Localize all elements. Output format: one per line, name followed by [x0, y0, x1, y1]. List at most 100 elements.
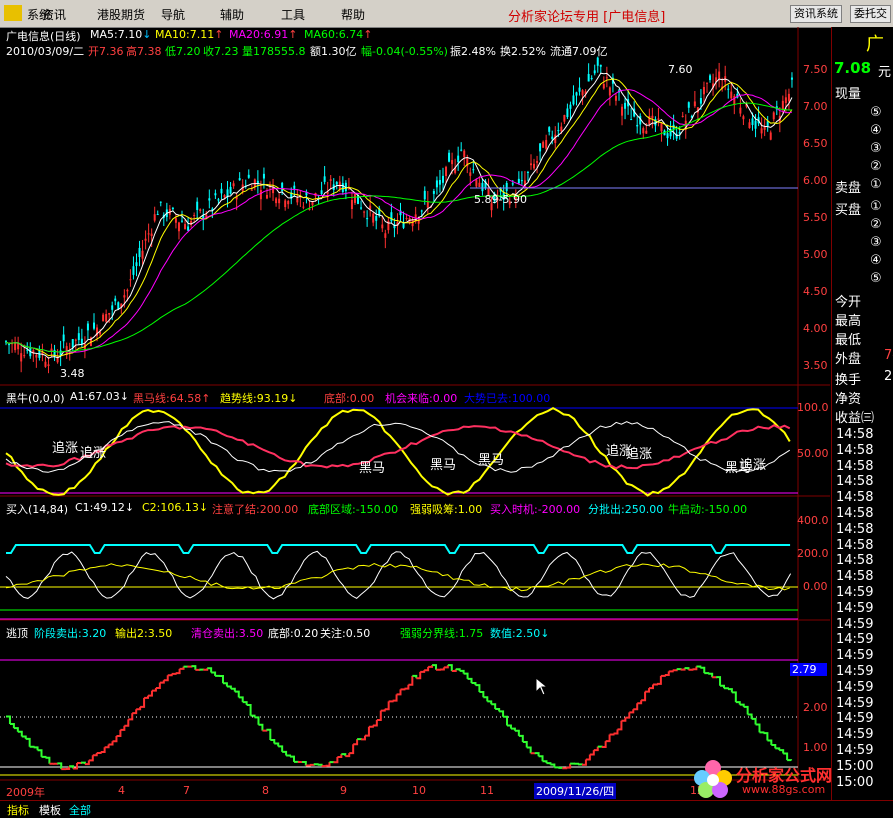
candle-body: [336, 182, 338, 184]
escape-step: [318, 765, 322, 766]
candle-body: [324, 176, 326, 182]
escape-step: [535, 753, 539, 756]
escape-step: [120, 726, 124, 730]
escape-step: [708, 674, 712, 678]
candle-body: [87, 324, 89, 331]
escape-step: [562, 768, 566, 769]
candle-body: [342, 183, 344, 192]
candle-body: [223, 195, 225, 197]
candle-body: [770, 132, 772, 139]
escape-step: [491, 704, 495, 709]
candle-body: [160, 202, 162, 203]
menu-news[interactable]: 资讯: [42, 6, 66, 23]
news-system-button[interactable]: 资讯系统: [790, 5, 842, 23]
candle-body: [208, 198, 210, 200]
candle-body: [296, 198, 298, 203]
candle-body: [739, 108, 741, 114]
escape-step: [740, 705, 744, 707]
candle-body: [615, 96, 617, 101]
menu-hk-futures[interactable]: 港股期货: [97, 6, 145, 23]
candle-body: [44, 362, 46, 367]
escape-step: [22, 737, 26, 739]
escape-step: [18, 732, 22, 737]
candle-body: [157, 214, 159, 215]
escape-step: [116, 730, 120, 736]
candle-body: [260, 190, 262, 199]
escape-step: [420, 670, 424, 672]
dark-horse-line: [6, 425, 790, 468]
escape-step: [168, 674, 172, 675]
escape-step: [93, 753, 97, 755]
candle-body: [421, 211, 423, 212]
escape-step: [673, 669, 677, 670]
ind1-value: 机会来临:0.00: [385, 390, 457, 406]
candle-body: [764, 127, 766, 130]
candle-body: [521, 180, 523, 181]
candle-body: [308, 209, 310, 210]
ind3-value: 输出2:3.50: [115, 625, 172, 641]
escape-step: [136, 707, 140, 709]
escape-step: [424, 667, 428, 670]
candle-body: [93, 323, 95, 329]
candle-body: [175, 218, 177, 223]
escape-step: [282, 752, 286, 756]
escape-step: [152, 688, 156, 691]
candle-body: [154, 214, 156, 220]
candle-body: [478, 183, 480, 187]
escape-step: [337, 754, 341, 757]
candle-body: [239, 178, 241, 180]
candle-body: [730, 92, 732, 99]
menu-tools[interactable]: 工具: [281, 6, 305, 23]
y-tick: 7.50: [803, 63, 828, 76]
candle-body: [111, 305, 113, 309]
escape-step: [89, 755, 93, 760]
escape-step: [756, 725, 760, 733]
candle-body: [384, 233, 386, 238]
escape-step: [401, 689, 405, 690]
candle-body: [542, 142, 544, 148]
escape-step: [700, 668, 704, 673]
candle-body: [287, 201, 289, 204]
escape-step: [389, 701, 393, 702]
app-logo-icon[interactable]: [4, 5, 22, 21]
candle-body: [363, 212, 365, 213]
chart-canvas[interactable]: [0, 27, 830, 800]
candle-body: [105, 314, 107, 322]
candle-body: [624, 103, 626, 109]
ind1-value: 底部:0.00: [324, 390, 374, 406]
escape-step: [621, 718, 625, 721]
candle-body: [293, 186, 295, 189]
candle-body: [700, 98, 702, 104]
escape-step: [247, 705, 251, 716]
menu-navigate[interactable]: 导航: [161, 6, 185, 23]
ma-line: [6, 103, 792, 352]
escape-step: [499, 711, 503, 716]
info-amount: 额1.30亿: [310, 43, 357, 59]
candle-body: [354, 194, 356, 203]
candle-body: [512, 183, 514, 184]
escape-step: [270, 740, 274, 744]
tab-indicators[interactable]: 指标: [4, 802, 32, 818]
menu-assist[interactable]: 辅助: [220, 6, 244, 23]
escape-step: [645, 688, 649, 692]
candle-body: [178, 222, 180, 231]
escape-step: [460, 671, 464, 674]
chart-area[interactable]: 广电信息(日线) MA5:7.10↓ MA10:7.11↑ MA20:6.91↑…: [0, 27, 830, 800]
tab-templates[interactable]: 模板: [36, 802, 64, 818]
candle-body: [451, 160, 453, 164]
tick-time: 14:59: [836, 648, 873, 663]
escape-step: [507, 725, 511, 728]
buy-level: ⑤: [870, 271, 882, 286]
tick-time: 14:58: [836, 522, 873, 537]
ind1-y-tick: 100.0: [797, 401, 829, 414]
ind3-value: 阶段卖出:3.20: [34, 625, 106, 641]
candle-body: [742, 116, 744, 119]
escape-step: [105, 744, 109, 747]
trade-button[interactable]: 委托交: [850, 5, 891, 23]
field-open: 今开: [835, 291, 861, 310]
escape-step: [38, 750, 42, 757]
candle-body: [518, 179, 520, 183]
menu-help[interactable]: 帮助: [341, 6, 365, 23]
tab-all[interactable]: 全部: [66, 802, 94, 818]
escape-step: [483, 697, 487, 701]
